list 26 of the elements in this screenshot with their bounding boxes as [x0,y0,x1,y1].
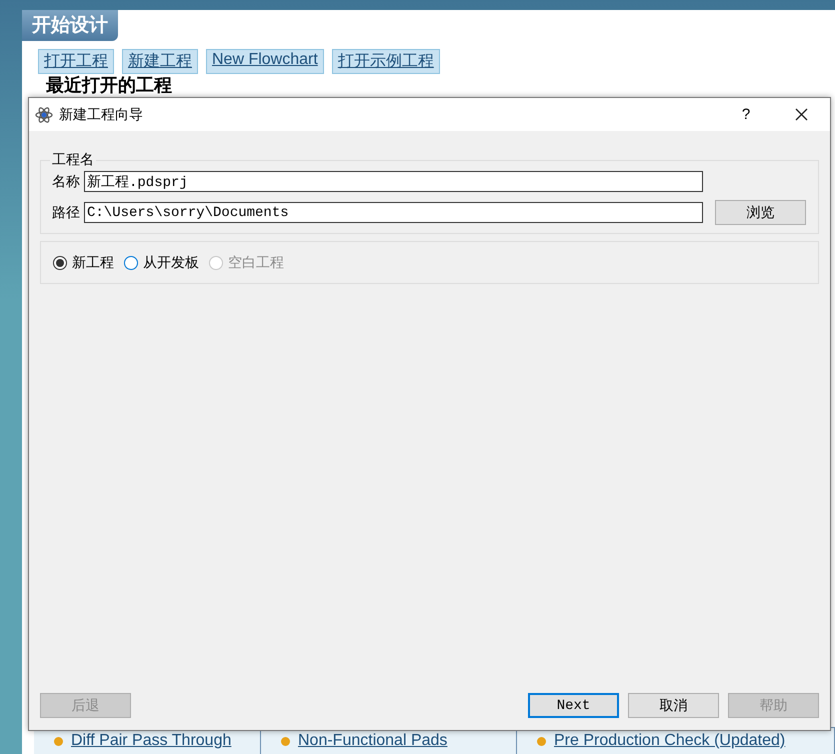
start-link-button[interactable]: 打开工程 [38,49,114,74]
start-link-button[interactable]: New Flowchart [206,49,324,74]
browse-button[interactable]: 浏览 [715,200,806,225]
help-button[interactable]: ? [726,98,766,131]
input-field[interactable]: C:\Users\sorry\Documents [84,202,703,223]
sample-link[interactable]: Pre Production Check (Updated) [554,732,786,750]
close-icon [794,108,808,121]
radio-option[interactable]: 从开发板 [124,254,199,272]
sample-link[interactable]: Non-Functional Pads [298,732,448,750]
page-title: 开始设计 [22,10,118,41]
start-link-button[interactable]: 新建工程 [122,49,198,74]
dialog-button[interactable]: Next [528,693,619,718]
input-field[interactable]: 新工程.pdsprj [84,171,703,192]
radio-option[interactable]: 新工程 [53,254,114,272]
sample-link[interactable]: Diff Pair Pass Through [71,732,232,750]
section-heading: 最近打开的工程 [45,74,173,96]
atom-icon [35,106,53,122]
group-title: 工程名 [51,151,95,169]
field-label: 名称 [52,172,81,190]
dialog-button[interactable]: 取消 [628,693,719,718]
start-link-button[interactable]: 打开示例工程 [332,49,440,74]
bullet-icon [54,736,63,746]
field-label: 路径 [52,204,81,222]
bullet-icon [537,736,546,746]
bullet-icon [281,736,290,746]
dialog-title: 新建工程向导 [59,106,144,124]
